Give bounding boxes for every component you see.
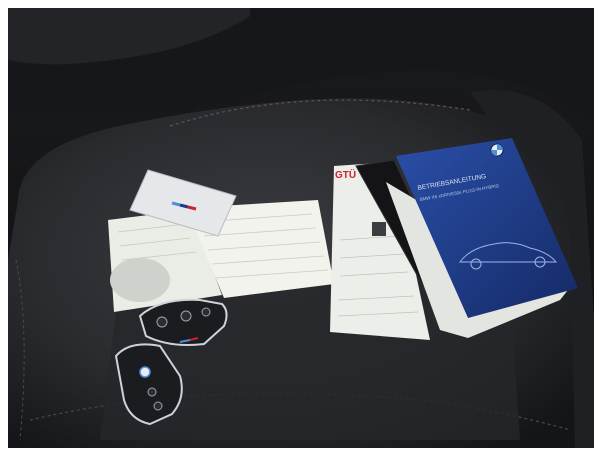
car-seat-photo: GTÜ BETRIEBSANLEITUNG BMW X5 xDRIVE50e P… bbox=[8, 8, 594, 448]
lock-icon bbox=[156, 316, 168, 328]
photo-frame: GTÜ BETRIEBSANLEITUNG BMW X5 xDRIVE50e P… bbox=[0, 0, 602, 456]
qr-code bbox=[372, 222, 386, 236]
bmw-logo-icon bbox=[139, 366, 151, 378]
blurred-stamp bbox=[110, 258, 170, 302]
trunk-icon bbox=[201, 307, 211, 317]
gtu-tag-label: GTÜ bbox=[335, 168, 356, 181]
bmw-logo-icon bbox=[490, 143, 504, 157]
unlock-icon bbox=[180, 310, 192, 322]
